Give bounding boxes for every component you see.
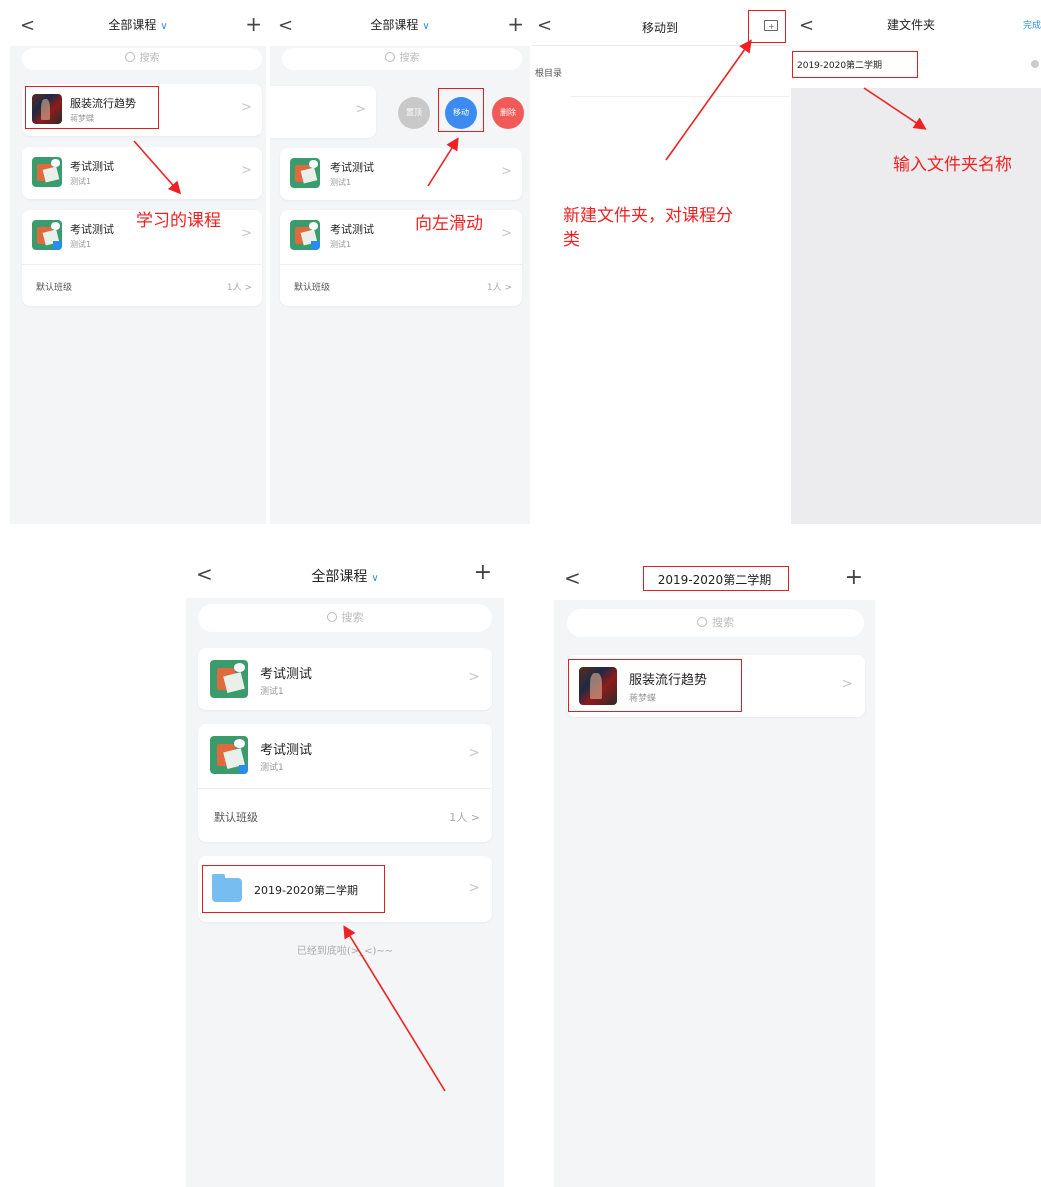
arrow-5: [343, 925, 446, 1092]
arrow-1: [133, 140, 182, 195]
note-new-folder: 新建文件夹，对课程分类: [563, 206, 733, 250]
note-learning-courses: 学习的课程: [136, 211, 221, 231]
note-enter-folder-name: 输入文件夹名称: [893, 155, 1012, 175]
note-swipe-left: 向左滑动: [415, 214, 483, 234]
arrow-3: [665, 39, 752, 161]
arrow-2: [427, 137, 459, 187]
tutorial-collage: < 全部课程 ∨ + 搜索 服装流行趋势 蒋梦蝶 > 考试测试 测试1 > 考试测…: [0, 0, 1041, 1187]
arrow-4: [863, 87, 927, 130]
annotation-arrows: [133, 39, 927, 1092]
